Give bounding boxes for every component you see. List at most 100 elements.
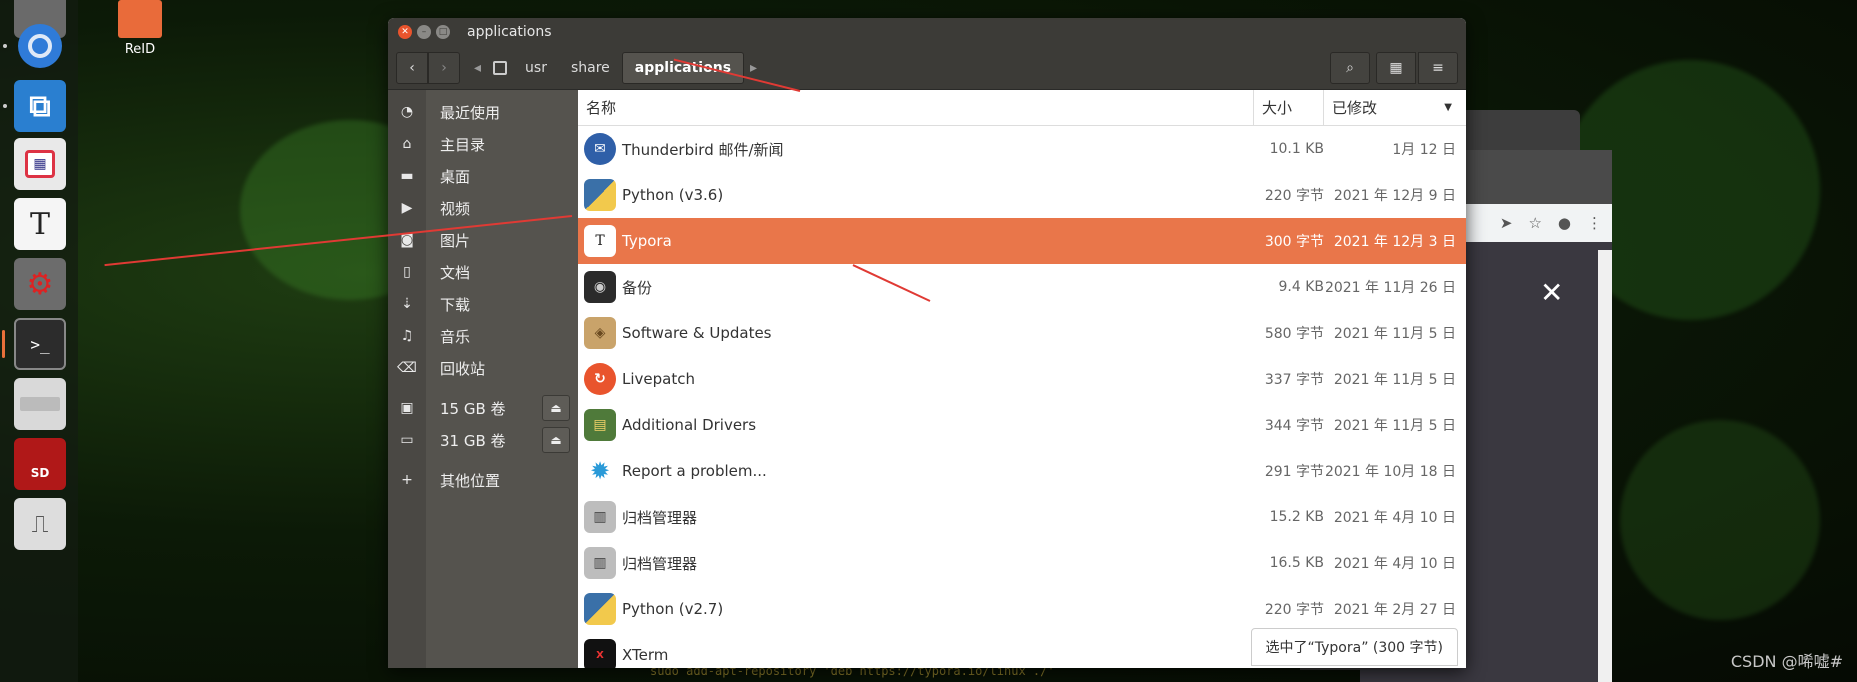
usb-launcher-icon[interactable]: ⎍ [14, 498, 66, 550]
file-row-report-problem[interactable]: ✹ Report a problem... 291 字节 2021 年 10月 … [578, 448, 1466, 494]
places-sidebar: ◔ 最近使用 ⌂ 主目录 ▬ 桌面 ▶ 视频 ◙ 图片 ▯ 文档 ⇣ 下载 ♫ 音乐 ⌫ 回收站 … [388, 90, 578, 668]
sidebar-item-other-locations[interactable]: + 其他位置 [388, 464, 578, 496]
sidebar-item-music[interactable]: ♫ 音乐 [388, 320, 578, 352]
menu-button[interactable]: ≡ [1418, 51, 1458, 84]
file-row-thunderbird[interactable]: ✉ Thunderbird 邮件/新闻 10.1 KB 1月 12 日 [578, 126, 1466, 172]
file-row-backup[interactable]: ◉ 备份 9.4 KB 2021 年 11月 26 日 [578, 264, 1466, 310]
forward-button[interactable]: › [428, 51, 460, 84]
desktop-folder[interactable]: ReID [112, 0, 168, 57]
sidebar-item-volume-31gb[interactable]: ▭ 31 GB 卷 ⏏ [388, 424, 578, 456]
eject-button[interactable]: ⏏ [542, 395, 570, 421]
file-row-additional-drivers[interactable]: ▤ Additional Drivers 344 字节 2021 年 11月 5… [578, 402, 1466, 448]
sd-card-launcher-icon[interactable]: SD [14, 438, 66, 490]
file-name: Python (v2.7) [622, 600, 724, 618]
sidebar-item-label: 音乐 [440, 327, 471, 346]
software-center-launcher-icon[interactable]: ▦ [14, 138, 66, 190]
file-size: 344 字节 [1264, 418, 1324, 434]
breadcrumb-scroll-left[interactable]: ◂ [460, 52, 487, 84]
star-icon[interactable]: ☆ [1528, 214, 1541, 232]
home-icon: ⌂ [402, 136, 412, 152]
terminal-launcher-icon[interactable]: >_ [14, 318, 66, 370]
sidebar-item-documents[interactable]: ▯ 文档 [388, 256, 578, 288]
plus-icon: + [401, 472, 413, 488]
typora-icon: T [584, 225, 616, 257]
profile-icon[interactable]: ● [1558, 214, 1571, 232]
file-name: Typora [622, 232, 672, 250]
toolbar: ‹ › ◂ usr share applications ▸ ⌕ ▦ ≡ [388, 46, 1466, 90]
send-icon[interactable]: ➤ [1500, 214, 1513, 232]
background-glow [1620, 420, 1820, 620]
running-indicator [3, 104, 7, 108]
back-button[interactable]: ‹ [396, 51, 428, 84]
file-date: 2021 年 11月 5 日 [1333, 418, 1456, 434]
minimize-window-button[interactable]: – [417, 25, 431, 39]
file-size: 580 字节 [1264, 326, 1324, 342]
desktop-folder-label: ReID [124, 42, 156, 57]
file-row-python27[interactable]: Python (v2.7) 220 字节 2021 年 2月 27 日 [578, 586, 1466, 632]
launcher: ⧉ ▦ T ⚙ >_ SD ⎍ [0, 0, 78, 682]
sidebar-item-volume-15gb[interactable]: ▣ 15 GB 卷 ⏏ [388, 392, 578, 424]
file-date: 1月 12 日 [1392, 142, 1456, 158]
file-size: 291 字节 [1264, 464, 1324, 480]
column-modified[interactable]: 已修改 ▼ [1324, 90, 1462, 125]
sidebar-item-label: 视频 [440, 199, 471, 218]
file-size: 337 字节 [1264, 372, 1324, 388]
trash-icon: ⌫ [397, 360, 417, 376]
xterm-icon: X [584, 639, 616, 668]
file-manager-window: ✕ – □ applications ‹ › ◂ usr share appli… [388, 18, 1466, 668]
file-row-archive-manager[interactable]: ▥ 归档管理器 15.2 KB 2021 年 4月 10 日 [578, 494, 1466, 540]
sidebar-item-label: 文档 [440, 263, 471, 282]
typora-launcher-icon[interactable]: T [14, 198, 66, 250]
sidebar-item-recent[interactable]: ◔ 最近使用 [388, 96, 578, 128]
sidebar-item-downloads[interactable]: ⇣ 下载 [388, 288, 578, 320]
breadcrumb-usr[interactable]: usr [513, 52, 559, 84]
hamburger-icon: ≡ [1432, 59, 1444, 76]
sidebar-item-pictures[interactable]: ◙ 图片 [388, 224, 578, 256]
file-row-livepatch[interactable]: ↻ Livepatch 337 字节 2021 年 11月 5 日 [578, 356, 1466, 402]
breadcrumb-share[interactable]: share [559, 52, 622, 84]
sidebar-item-label: 31 GB 卷 [440, 431, 506, 450]
file-date: 2021 年 11月 5 日 [1333, 326, 1456, 342]
close-window-button[interactable]: ✕ [398, 25, 412, 39]
file-row-typora[interactable]: T Typora 300 字节 2021 年 12月 3 日 [578, 218, 1466, 264]
thunderbird-icon: ✉ [584, 133, 616, 165]
sidebar-item-desktop[interactable]: ▬ 桌面 [388, 160, 578, 192]
column-name[interactable]: 名称 [578, 90, 1254, 125]
document-icon: ▯ [403, 264, 411, 280]
report-icon: ✹ [589, 457, 611, 485]
sidebar-item-label: 回收站 [440, 359, 486, 378]
file-name: Additional Drivers [622, 416, 757, 434]
chromium-launcher-icon[interactable] [14, 20, 66, 72]
breadcrumb-applications[interactable]: applications [621, 51, 745, 84]
settings-launcher-icon[interactable]: ⚙ [14, 258, 66, 310]
close-icon[interactable]: ✕ [1540, 276, 1563, 309]
sidebar-item-home[interactable]: ⌂ 主目录 [388, 128, 578, 160]
file-name: 归档管理器 [622, 554, 698, 573]
more-menu-icon[interactable]: ⋮ [1587, 214, 1602, 232]
file-row-software-updates[interactable]: ◈ Software & Updates 580 字节 2021 年 11月 5… [578, 310, 1466, 356]
sidebar-separator [388, 456, 578, 464]
view-toggle-button[interactable]: ▦ [1376, 51, 1416, 84]
sidebar-item-label: 图片 [440, 231, 471, 250]
clock-icon: ◔ [400, 104, 414, 120]
file-date: 2021 年 4月 10 日 [1333, 510, 1456, 526]
eject-button[interactable]: ⏏ [542, 427, 570, 453]
drive-icon: ▣ [400, 400, 414, 416]
maximize-window-button[interactable]: □ [436, 25, 450, 39]
file-row-archive-manager[interactable]: ▥ 归档管理器 16.5 KB 2021 年 4月 10 日 [578, 540, 1466, 586]
file-name: Software & Updates [622, 324, 772, 342]
file-row-python36[interactable]: Python (v3.6) 220 字节 2021 年 12月 9 日 [578, 172, 1466, 218]
drive-launcher-icon[interactable] [14, 378, 66, 430]
file-size: 16.5 KB [1269, 555, 1324, 571]
file-date: 2021 年 11月 5 日 [1333, 372, 1456, 388]
python-icon [584, 179, 616, 211]
sidebar-item-trash[interactable]: ⌫ 回收站 [388, 352, 578, 384]
column-size[interactable]: 大小 [1254, 90, 1324, 125]
scrollbar[interactable] [1598, 250, 1612, 682]
vscode-launcher-icon[interactable]: ⧉ [14, 80, 66, 132]
root-drive-icon[interactable] [487, 52, 513, 84]
sidebar-item-label: 桌面 [440, 167, 471, 186]
file-size: 220 字节 [1264, 188, 1324, 204]
window-title: applications [467, 24, 552, 40]
search-button[interactable]: ⌕ [1330, 51, 1370, 84]
